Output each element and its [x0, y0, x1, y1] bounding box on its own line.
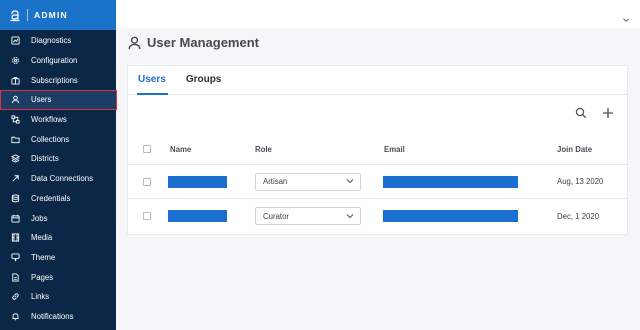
sidebar-item-credentials[interactable]: Credentials	[0, 189, 116, 209]
chart-box-icon	[10, 36, 20, 46]
role-select-value: Artisan	[263, 177, 288, 186]
sidebar-item-label: Districts	[31, 154, 59, 164]
redacted-name	[168, 210, 227, 222]
sidebar-item-districts[interactable]: Districts	[0, 149, 116, 169]
plus-icon[interactable]	[602, 107, 614, 119]
table-toolbar	[560, 107, 614, 119]
sidebar-item-theme[interactable]: Theme	[0, 248, 116, 268]
role-select-value: Curator	[263, 211, 289, 221]
sidebar-item-label: Theme	[31, 252, 56, 262]
palette-icon	[10, 252, 20, 262]
database-icon	[10, 193, 20, 203]
join-date: Aug, 13 2020	[557, 177, 604, 186]
sidebar-item-label: Collections	[31, 134, 70, 144]
table-row: Curator Dec, 1 2020	[128, 199, 627, 233]
sidebar-item-label: Credentials	[31, 193, 71, 203]
brand-name: ADMIN	[34, 10, 68, 20]
sidebar-item-label: Data Connections	[31, 174, 93, 184]
brand-divider	[27, 9, 28, 21]
top-bar	[116, 0, 640, 28]
sidebar-item-users[interactable]: Users	[0, 90, 117, 110]
redacted-email	[383, 175, 518, 188]
column-header-email[interactable]: Email	[384, 134, 405, 164]
film-icon	[10, 233, 20, 243]
page-header: User Management	[128, 35, 259, 50]
gear-icon	[10, 56, 20, 66]
table-header: Name Role Email Join Date	[128, 134, 627, 165]
search-icon[interactable]	[575, 107, 587, 119]
sidebar-item-label: Links	[31, 292, 50, 302]
sidebar-item-pages[interactable]: Pages	[0, 267, 116, 287]
sidebar-item-label: Configuration	[31, 56, 78, 66]
select-all-checkbox[interactable]	[143, 145, 151, 153]
sidebar-nav: Diagnostics Configuration Subscriptions …	[0, 30, 117, 327]
row-checkbox[interactable]	[143, 212, 151, 220]
sidebar-item-label: Jobs	[31, 213, 48, 223]
calendar-icon	[10, 213, 20, 223]
join-date: Dec, 1 2020	[557, 211, 600, 221]
sidebar-item-configuration[interactable]: Configuration	[0, 51, 116, 71]
sidebar-item-label: Diagnostics	[31, 36, 72, 46]
document-icon	[10, 272, 20, 282]
folder-icon	[10, 134, 20, 144]
brand-bar[interactable]: ADMIN	[0, 0, 116, 30]
user-icon	[10, 95, 20, 105]
tab-groups[interactable]: Groups	[186, 66, 222, 95]
sidebar-item-data-connections[interactable]: Data Connections	[0, 169, 116, 189]
sidebar-item-label: Subscriptions	[31, 75, 78, 85]
column-header-name[interactable]: Name	[170, 134, 191, 164]
sidebar-item-label: Pages	[31, 272, 54, 282]
column-header-join-date[interactable]: Join Date	[557, 134, 592, 164]
briefcase-icon	[10, 75, 20, 85]
anchor-a-icon	[9, 8, 21, 22]
sidebar: ADMIN Diagnostics Configuration Subscrip…	[0, 0, 117, 330]
tab-bar: Users Groups	[128, 66, 627, 95]
sidebar-item-label: Workflows	[31, 115, 67, 125]
sidebar-item-notifications[interactable]: Notifications	[0, 307, 116, 327]
role-select[interactable]: Curator	[255, 207, 361, 225]
row-checkbox[interactable]	[143, 177, 151, 186]
page-title: User Management	[147, 35, 259, 50]
sidebar-item-label: Users	[31, 95, 52, 105]
sidebar-item-workflows[interactable]: Workflows	[0, 110, 116, 130]
sidebar-item-label: Media	[31, 233, 53, 243]
sidebar-item-media[interactable]: Media	[0, 228, 116, 248]
tab-users[interactable]: Users	[137, 66, 168, 95]
sidebar-item-subscriptions[interactable]: Subscriptions	[0, 70, 116, 90]
redacted-email	[383, 210, 518, 222]
chevron-down-icon[interactable]	[622, 11, 630, 22]
workflow-icon	[10, 115, 20, 125]
table-row: Artisan Aug, 13 2020	[128, 165, 627, 199]
users-table: Name Role Email Join Date Artisan Aug, 1…	[128, 134, 627, 233]
sidebar-item-label: Notifications	[31, 311, 74, 321]
chevron-down-icon	[346, 177, 354, 186]
column-header-role[interactable]: Role	[255, 134, 272, 164]
link-icon	[10, 292, 20, 302]
sidebar-item-jobs[interactable]: Jobs	[0, 208, 116, 228]
user-outline-icon	[128, 36, 141, 50]
layers-icon	[10, 154, 20, 164]
role-select[interactable]: Artisan	[255, 172, 361, 191]
chevron-down-icon	[346, 212, 354, 221]
arrow-diagonal-icon	[10, 174, 20, 184]
bell-icon	[10, 311, 20, 321]
redacted-name	[168, 175, 227, 188]
user-management-card: Users Groups Name Role Email Join Date A…	[127, 65, 628, 235]
sidebar-item-diagnostics[interactable]: Diagnostics	[0, 31, 116, 51]
sidebar-item-collections[interactable]: Collections	[0, 129, 116, 149]
sidebar-item-links[interactable]: Links	[0, 287, 116, 307]
